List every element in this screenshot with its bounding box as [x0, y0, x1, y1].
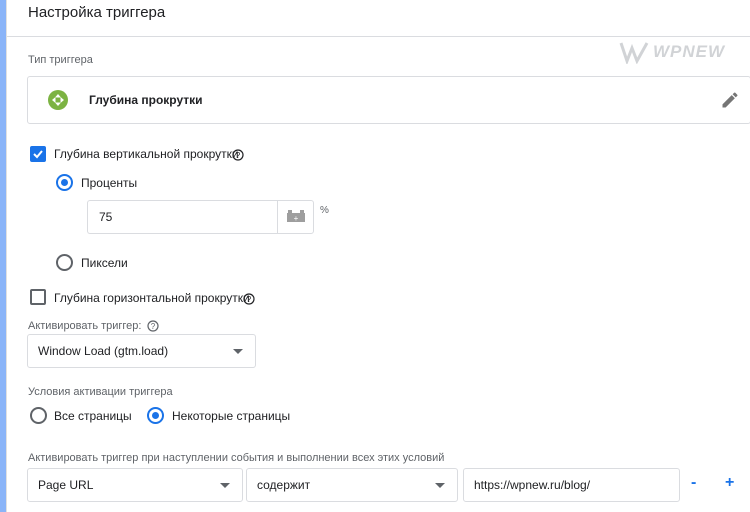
filter-operator-value: содержит — [257, 478, 311, 492]
watermark-w-icon — [619, 42, 649, 64]
check-icon — [33, 150, 43, 159]
chevron-down-icon — [220, 483, 230, 488]
percent-value: 75 — [99, 210, 113, 224]
help-icon[interactable]: ? — [147, 320, 159, 332]
filter-variable-select[interactable]: Page URL — [27, 468, 243, 502]
page-title: Настройка триггера — [28, 4, 166, 21]
card-header: Настройка триггера — [7, 0, 750, 37]
help-icon[interactable]: ? — [232, 149, 244, 161]
all-pages-radio[interactable] — [30, 407, 47, 424]
activate-trigger-label: Активировать триггер: — [28, 320, 142, 332]
filter-variable-value: Page URL — [38, 478, 94, 492]
chevron-down-icon — [435, 483, 445, 488]
svg-text:?: ? — [151, 322, 156, 331]
svg-text:+: + — [294, 214, 299, 223]
some-pages-label: Некоторые страницы — [172, 409, 291, 423]
watermark-text: WPNEW — [653, 42, 726, 61]
help-icon[interactable]: ? — [243, 293, 255, 305]
percent-value-input[interactable]: 75 — [87, 200, 278, 234]
trigger-type-label: Тип триггера — [28, 54, 93, 66]
pixels-radio-label: Пиксели — [81, 256, 128, 270]
vertical-scroll-label: Глубина вертикальной прокрутки — [54, 147, 239, 161]
horizontal-scroll-checkbox[interactable] — [30, 289, 46, 305]
variable-brick-icon: + — [287, 210, 305, 223]
svg-text:?: ? — [236, 151, 241, 160]
activate-event-value: Window Load (gtm.load) — [38, 344, 169, 358]
conditions-label: Условия активации триггера — [28, 386, 173, 398]
filter-value-input[interactable]: https://wpnew.ru/blog/ — [463, 468, 680, 502]
edit-pencil-icon[interactable] — [720, 90, 740, 110]
percent-radio[interactable] — [56, 174, 73, 191]
trigger-type-name: Глубина прокрутки — [89, 93, 203, 107]
pixels-radio[interactable] — [56, 254, 73, 271]
watermark-logo: WPNEW — [619, 38, 747, 66]
remove-condition-button[interactable]: - — [691, 474, 696, 492]
percent-radio-label: Проценты — [81, 176, 138, 190]
filter-value: https://wpnew.ru/blog/ — [474, 478, 591, 492]
filter-operator-select[interactable]: содержит — [246, 468, 458, 502]
variable-picker-button[interactable]: + — [277, 200, 314, 234]
scroll-depth-icon — [48, 90, 68, 110]
trigger-config-card: Настройка триггера WPNEW Тип триггера Гл… — [6, 0, 750, 512]
chevron-down-icon — [233, 349, 243, 354]
some-pages-radio[interactable] — [147, 407, 164, 424]
percent-unit: % — [320, 205, 329, 216]
horizontal-scroll-label: Глубина горизонтальной прокрутки — [54, 291, 250, 305]
svg-text:?: ? — [247, 295, 252, 304]
vertical-scroll-checkbox[interactable] — [30, 146, 46, 162]
all-pages-label: Все страницы — [54, 409, 132, 423]
trigger-type-selector[interactable]: Глубина прокрутки — [27, 76, 750, 124]
activate-event-select[interactable]: Window Load (gtm.load) — [27, 334, 256, 368]
filter-label: Активировать триггер при наступлении соб… — [28, 452, 445, 464]
add-condition-button[interactable]: + — [725, 474, 734, 492]
